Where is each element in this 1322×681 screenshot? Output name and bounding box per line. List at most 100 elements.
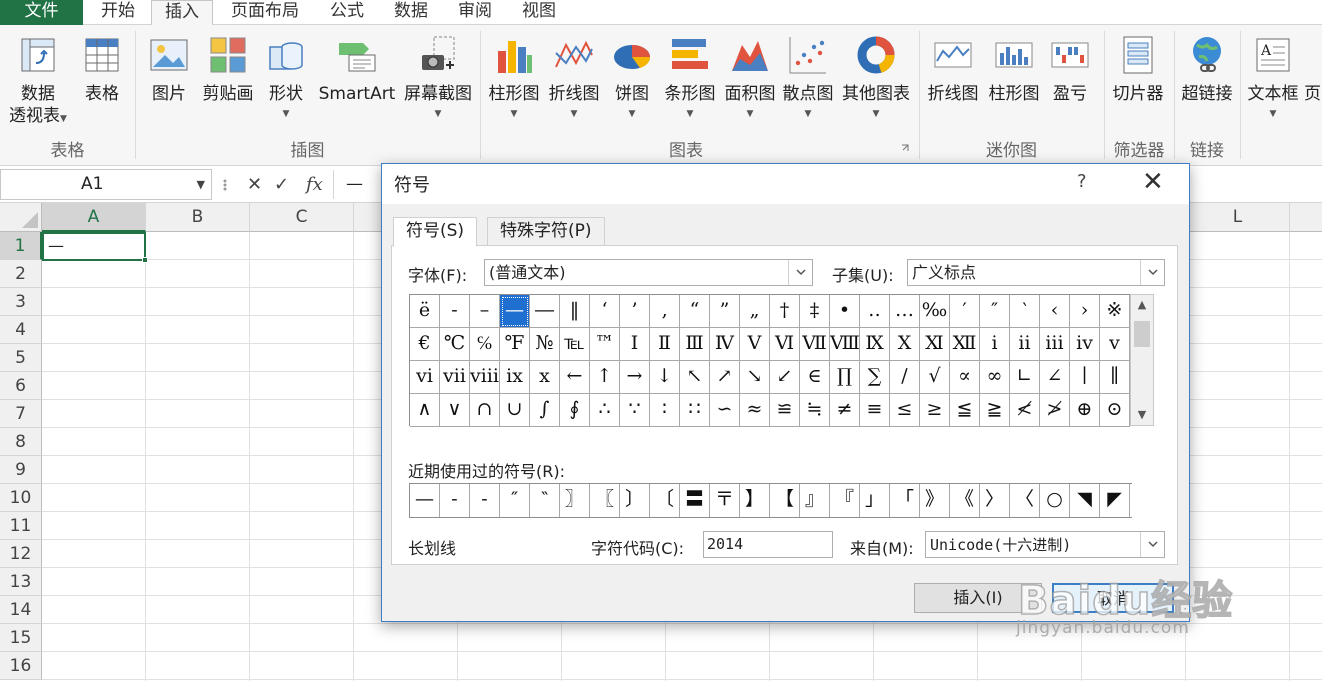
symbol-cell[interactable]: ℡ <box>560 328 590 361</box>
chevron-down-icon[interactable]: ▼ <box>197 170 205 199</box>
column-header-b[interactable]: B <box>146 203 250 232</box>
symbol-cell[interactable]: ″ <box>980 295 1010 328</box>
symbol-cell[interactable]: ‖ <box>560 295 590 328</box>
grip-icon[interactable] <box>218 176 232 194</box>
column-header-a[interactable]: A <box>42 203 146 232</box>
sparkline-line-button[interactable]: 折线图 <box>922 25 984 140</box>
character-code-input[interactable]: 2014 <box>703 531 833 558</box>
symbol-grid-scrollbar[interactable]: ▲ ▼ <box>1130 294 1154 426</box>
tab-view[interactable]: 视图 <box>508 0 570 25</box>
row-header-1[interactable]: 1 <box>0 232 42 260</box>
symbol-cell[interactable]: Ⅶ <box>800 328 830 361</box>
recent-symbol-cell[interactable]: - <box>440 484 470 517</box>
symbol-cell[interactable]: ↙ <box>770 361 800 394</box>
recent-symbol-cell[interactable]: 〉 <box>980 484 1010 517</box>
symbol-cell[interactable]: ↘ <box>740 361 770 394</box>
symbol-cell[interactable]: ℃ <box>440 328 470 361</box>
symbol-cell[interactable]: Ⅹ <box>890 328 920 361</box>
header-footer-button[interactable]: 页 <box>1304 25 1322 140</box>
dialog-launcher-icon[interactable] <box>901 144 911 154</box>
symbol-cell[interactable]: ∩ <box>470 394 500 427</box>
recent-symbol-cell[interactable]: ◥ <box>1070 484 1100 517</box>
symbol-cell[interactable]: № <box>530 328 560 361</box>
tab-page-layout[interactable]: 页面布局 <box>216 0 314 25</box>
row-header-6[interactable]: 6 <box>0 372 42 400</box>
recent-symbol-cell[interactable]: 〕 <box>620 484 650 517</box>
smartart-button[interactable]: SmartArt <box>314 25 400 140</box>
table-button[interactable]: 表格 <box>74 25 130 140</box>
recent-symbol-cell[interactable]: - <box>470 484 500 517</box>
column-chart-button[interactable]: 柱形图 ▼ <box>484 25 544 140</box>
symbol-cell[interactable]: → <box>620 361 650 394</box>
symbol-cell[interactable]: ≮ <box>1010 394 1040 427</box>
recent-symbol-cell[interactable]: — <box>410 484 440 517</box>
scroll-thumb[interactable] <box>1134 321 1150 347</box>
row-header-10[interactable]: 10 <box>0 484 42 512</box>
symbol-cell[interactable]: ′ <box>950 295 980 328</box>
symbol-cell[interactable]: Ⅴ <box>740 328 770 361</box>
symbol-cell[interactable]: ∟ <box>1010 361 1040 394</box>
recent-symbol-cell[interactable]: 〓 <box>680 484 710 517</box>
symbol-cell[interactable]: Ⅵ <box>770 328 800 361</box>
recent-symbol-cell[interactable]: 』 <box>800 484 830 517</box>
recent-symbol-cell[interactable]: 〒 <box>710 484 740 517</box>
symbol-cell[interactable]: ≠ <box>830 394 860 427</box>
symbol-cell[interactable]: ⅶ <box>440 361 470 394</box>
row-header-9[interactable]: 9 <box>0 456 42 484</box>
recent-symbol-cell[interactable]: ‶ <box>530 484 560 517</box>
scatter-chart-button[interactable]: 散点图 ▼ <box>780 25 836 140</box>
symbol-cell[interactable]: ‡ <box>800 295 830 328</box>
symbol-cell[interactable]: Ⅱ <box>650 328 680 361</box>
symbol-cell[interactable]: ― <box>530 295 560 328</box>
symbol-cell[interactable]: ’ <box>620 295 650 328</box>
other-charts-button[interactable]: 其他图表 ▼ <box>836 25 916 140</box>
cancel-button[interactable]: 取消 <box>1052 583 1174 613</box>
tab-special-characters[interactable]: 特殊字符(P) <box>487 217 605 246</box>
recent-symbol-cell[interactable]: ◤ <box>1100 484 1130 517</box>
row-header-3[interactable]: 3 <box>0 288 42 316</box>
symbol-cell[interactable]: ↓ <box>650 361 680 394</box>
symbol-cell[interactable]: ※ <box>1100 295 1130 328</box>
symbol-cell[interactable]: ‰ <box>920 295 950 328</box>
bar-chart-button[interactable]: 条形图 ▼ <box>660 25 720 140</box>
symbol-cell[interactable]: – <box>470 295 500 328</box>
symbol-cell[interactable]: ™ <box>590 328 620 361</box>
symbol-cell[interactable]: Ⅲ <box>680 328 710 361</box>
symbol-cell[interactable]: Ⅺ <box>920 328 950 361</box>
enter-icon[interactable]: ✓ <box>274 169 289 200</box>
row-header-2[interactable]: 2 <box>0 260 42 288</box>
symbol-cell[interactable]: ∶ <box>650 394 680 427</box>
sparkline-winloss-button[interactable]: 盈亏 <box>1044 25 1096 140</box>
symbol-cell[interactable]: ∞ <box>980 361 1010 394</box>
symbol-cell[interactable]: √ <box>920 361 950 394</box>
formula-input[interactable]: — <box>346 169 363 200</box>
row-header-16[interactable]: 16 <box>0 652 42 680</box>
tab-data[interactable]: 数据 <box>380 0 442 25</box>
textbox-button[interactable]: A 文本框 ▼ <box>1242 25 1304 140</box>
symbol-cell[interactable]: ∮ <box>560 394 590 427</box>
symbol-cell[interactable]: ∏ <box>830 361 860 394</box>
fill-handle[interactable] <box>142 257 148 263</box>
cell-a1[interactable]: — <box>42 232 148 263</box>
font-select[interactable]: (普通文本) <box>484 259 813 286</box>
symbol-cell[interactable]: ‘ <box>590 295 620 328</box>
symbol-cell[interactable]: ↑ <box>590 361 620 394</box>
symbol-cell[interactable]: ≒ <box>800 394 830 427</box>
symbol-cell[interactable]: ⅵ <box>410 361 440 394</box>
area-chart-button[interactable]: 面积图 ▼ <box>720 25 780 140</box>
symbol-cell[interactable]: ‹ <box>1040 295 1070 328</box>
symbol-cell[interactable]: — <box>500 295 530 328</box>
symbol-cell[interactable]: ∕ <box>890 361 920 394</box>
column-header-l[interactable]: L <box>1186 203 1290 232</box>
symbol-cell[interactable]: ∴ <box>590 394 620 427</box>
recent-symbol-cell[interactable]: 〔 <box>650 484 680 517</box>
symbol-cell[interactable]: … <box>890 295 920 328</box>
select-all-corner[interactable] <box>0 203 42 232</box>
symbol-cell[interactable]: ℉ <box>500 328 530 361</box>
symbol-cell[interactable]: ∧ <box>410 394 440 427</box>
recent-symbol-cell[interactable]: ″ <box>500 484 530 517</box>
symbol-cell[interactable]: ‵ <box>1010 295 1040 328</box>
row-header-14[interactable]: 14 <box>0 596 42 624</box>
name-box[interactable]: A1 ▼ <box>0 169 212 200</box>
symbol-cell[interactable]: ⅷ <box>470 361 500 394</box>
